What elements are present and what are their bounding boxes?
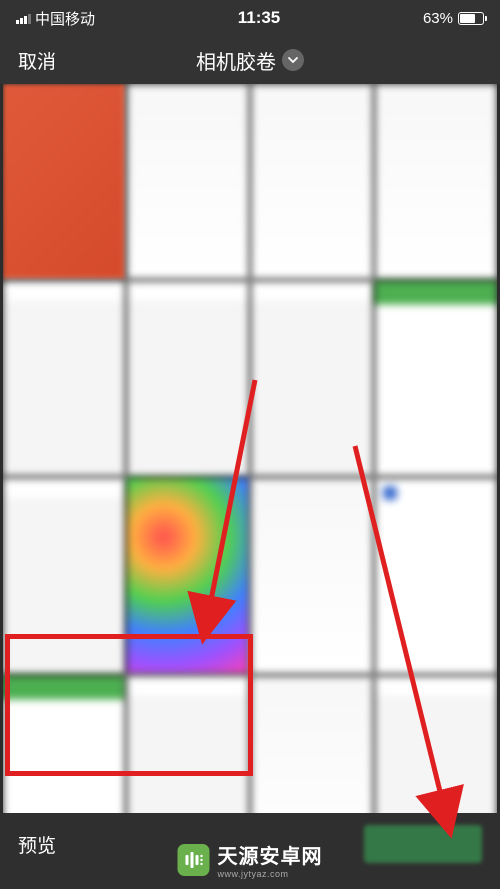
- photo-thumb[interactable]: [251, 84, 373, 279]
- photo-thumb[interactable]: [375, 676, 497, 813]
- preview-button[interactable]: 预览: [18, 831, 56, 858]
- photo-thumb[interactable]: [3, 676, 125, 813]
- photo-thumb[interactable]: [375, 478, 497, 673]
- signal-icon: [16, 12, 31, 24]
- photo-thumb[interactable]: [3, 478, 125, 673]
- photo-thumb[interactable]: [3, 84, 125, 279]
- photo-thumb[interactable]: [375, 281, 497, 476]
- photo-thumb[interactable]: [127, 84, 249, 279]
- photo-thumb[interactable]: [127, 676, 249, 813]
- status-right: 63%: [423, 10, 484, 27]
- status-bar: 中国移动 11:35 63%: [0, 0, 500, 36]
- chevron-down-icon: [282, 49, 304, 71]
- carrier-label: 中国移动: [35, 8, 95, 29]
- photo-thumb[interactable]: [3, 281, 125, 476]
- cancel-button[interactable]: 取消: [18, 47, 56, 74]
- photo-thumb[interactable]: [251, 281, 373, 476]
- photo-thumb[interactable]: [127, 478, 249, 673]
- photo-thumb[interactable]: [127, 281, 249, 476]
- confirm-button[interactable]: [364, 825, 482, 863]
- photo-thumb[interactable]: [251, 478, 373, 673]
- album-title: 相机胶卷: [196, 46, 276, 75]
- battery-pct: 63%: [423, 10, 453, 27]
- photo-picker-screen: 中国移动 11:35 63% 取消 相机胶卷: [0, 0, 500, 889]
- watermark: 天源安卓网 www.jytyaz.com: [178, 840, 323, 879]
- watermark-title: 天源安卓网: [218, 840, 323, 869]
- status-left: 中国移动: [16, 8, 95, 29]
- photo-thumb[interactable]: [251, 676, 373, 813]
- photo-grid[interactable]: [3, 84, 497, 813]
- clock: 11:35: [238, 8, 281, 28]
- photo-thumb[interactable]: [375, 84, 497, 279]
- watermark-url: www.jytyaz.com: [218, 869, 323, 879]
- nav-bar: 取消 相机胶卷: [0, 36, 500, 84]
- watermark-logo-icon: [178, 844, 210, 876]
- battery-icon: [458, 12, 484, 25]
- album-selector[interactable]: 相机胶卷: [196, 46, 304, 75]
